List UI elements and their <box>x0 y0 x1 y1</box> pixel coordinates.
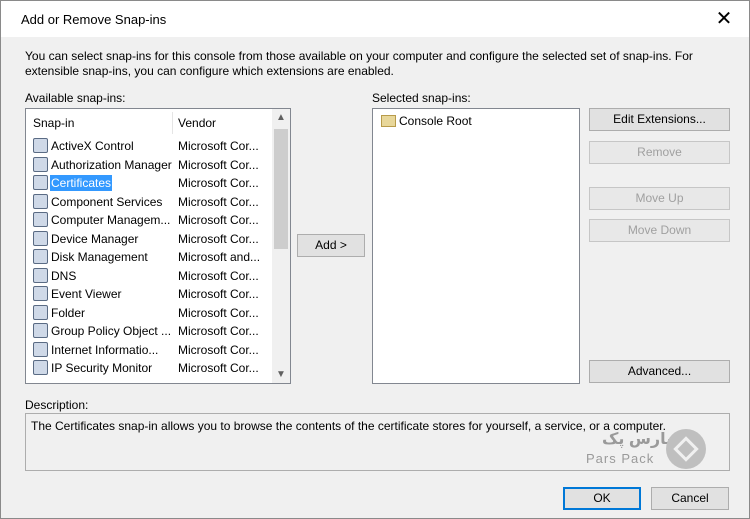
iis-icon <box>33 341 48 357</box>
snapin-vendor: Microsoft Cor... <box>178 139 259 153</box>
snapin-name: Folder <box>51 305 86 320</box>
watermark-text-fa: پارس پک <box>602 431 673 448</box>
certificates-icon <box>33 175 48 190</box>
ok-button[interactable]: OK <box>563 487 641 510</box>
tree-item-label: Console Root <box>399 114 472 128</box>
snapin-name: Certificates <box>50 175 113 191</box>
vertical-scrollbar[interactable]: ▲ ▼ <box>272 109 290 383</box>
snapin-vendor: Microsoft Cor... <box>178 324 259 338</box>
close-icon[interactable]: ✕ <box>709 5 739 33</box>
scrollbar-thumb[interactable] <box>274 129 288 249</box>
list-item[interactable]: ActiveX Control Microsoft Cor... <box>26 136 272 155</box>
scroll-down-icon[interactable]: ▼ <box>272 366 290 383</box>
dialog-title: Add or Remove Snap-ins <box>21 12 167 27</box>
add-remove-snapins-dialog: Add or Remove Snap-ins ✕ You can select … <box>0 0 750 519</box>
list-item[interactable]: Internet Informatio... Microsoft Cor... <box>26 340 272 359</box>
title-bar: Add or Remove Snap-ins ✕ <box>1 1 749 37</box>
move-down-button[interactable]: Move Down <box>589 219 730 242</box>
scroll-up-icon[interactable]: ▲ <box>272 109 290 126</box>
edit-extensions-button[interactable]: Edit Extensions... <box>589 108 730 131</box>
disk-management-icon <box>33 249 48 264</box>
list-item[interactable]: Certificates Microsoft Cor... <box>26 173 272 192</box>
component-services-icon <box>33 193 48 209</box>
snapin-name: Event Viewer <box>51 287 122 301</box>
group-policy-icon <box>33 323 48 338</box>
list-item[interactable]: Group Policy Object ... Microsoft Cor... <box>26 321 272 340</box>
column-header-snapin[interactable]: Snap-in <box>33 116 74 130</box>
dns-icon <box>33 267 48 283</box>
snapin-vendor: Microsoft Cor... <box>178 361 259 375</box>
list-item[interactable]: DNS Microsoft Cor... <box>26 266 272 285</box>
description-text: The Certificates snap-in allows you to b… <box>31 419 666 433</box>
event-viewer-icon <box>33 286 48 301</box>
snapin-vendor: Microsoft Cor... <box>178 268 259 283</box>
snapin-name: Internet Informatio... <box>51 342 159 357</box>
snapin-vendor: Microsoft Cor... <box>178 194 259 209</box>
list-item[interactable]: Computer Managem... Microsoft Cor... <box>26 210 272 229</box>
remove-button[interactable]: Remove <box>589 141 730 164</box>
snapin-vendor: Microsoft Cor... <box>178 157 259 172</box>
advanced-button[interactable]: Advanced... <box>589 360 730 383</box>
column-header-vendor[interactable]: Vendor <box>178 116 216 130</box>
authorization-icon <box>33 156 48 172</box>
snapin-name: ActiveX Control <box>51 139 134 153</box>
snapin-name: DNS <box>51 268 77 283</box>
snapin-name: Disk Management <box>51 250 148 264</box>
snapin-vendor: Microsoft Cor... <box>178 176 259 190</box>
snapin-name: IP Security Monitor <box>51 361 153 375</box>
device-manager-icon <box>33 230 48 246</box>
list-item[interactable]: Authorization Manager Microsoft Cor... <box>26 155 272 174</box>
activex-icon <box>33 138 48 153</box>
move-up-button[interactable]: Move Up <box>589 187 730 210</box>
snapin-name: Device Manager <box>51 231 139 246</box>
snapin-name: Group Policy Object ... <box>51 324 172 338</box>
list-item[interactable]: Event Viewer Microsoft Cor... <box>26 284 272 303</box>
snapin-vendor: Microsoft Cor... <box>178 213 259 227</box>
list-item[interactable]: Folder Microsoft Cor... <box>26 303 272 322</box>
list-header: Snap-in Vendor <box>26 109 272 135</box>
folder-icon <box>33 304 48 320</box>
snapin-name: Component Services <box>51 194 163 209</box>
snapin-name: Authorization Manager <box>51 157 172 172</box>
column-separator[interactable] <box>172 112 173 134</box>
list-item[interactable]: IP Security Monitor Microsoft Cor... <box>26 358 272 377</box>
pars-pack-logo-icon <box>666 429 706 469</box>
available-snapins-list[interactable]: Snap-in Vendor ActiveX Control Microsoft … <box>25 108 291 384</box>
computer-management-icon <box>33 212 48 227</box>
snapin-vendor: Microsoft Cor... <box>178 342 259 357</box>
list-item[interactable]: Disk Management Microsoft and... <box>26 247 272 266</box>
intro-text: You can select snap-ins for this console… <box>25 49 693 78</box>
list-item[interactable]: Component Services Microsoft Cor... <box>26 192 272 211</box>
pars-pack-watermark: پارس پک Pars Pack <box>584 429 709 469</box>
snapin-vendor: Microsoft Cor... <box>178 231 259 246</box>
available-rows: ActiveX Control Microsoft Cor... Authoriza… <box>26 136 272 377</box>
snapin-vendor: Microsoft Cor... <box>178 287 259 301</box>
snapin-vendor: Microsoft Cor... <box>178 305 259 320</box>
cancel-button[interactable]: Cancel <box>651 487 729 510</box>
description-label: Description: <box>25 398 89 412</box>
selected-snapins-label: Selected snap-ins: <box>372 91 471 105</box>
ip-security-icon <box>33 360 48 375</box>
selected-snapins-tree[interactable]: Console Root <box>372 108 580 384</box>
folder-icon <box>381 115 396 127</box>
snapin-vendor: Microsoft and... <box>178 250 261 264</box>
list-item[interactable]: Device Manager Microsoft Cor... <box>26 229 272 248</box>
snapin-name: Computer Managem... <box>51 213 171 227</box>
available-snapins-label: Available snap-ins: <box>25 91 126 105</box>
add-button[interactable]: Add > <box>297 234 365 257</box>
watermark-text-en: Pars Pack <box>586 451 655 466</box>
